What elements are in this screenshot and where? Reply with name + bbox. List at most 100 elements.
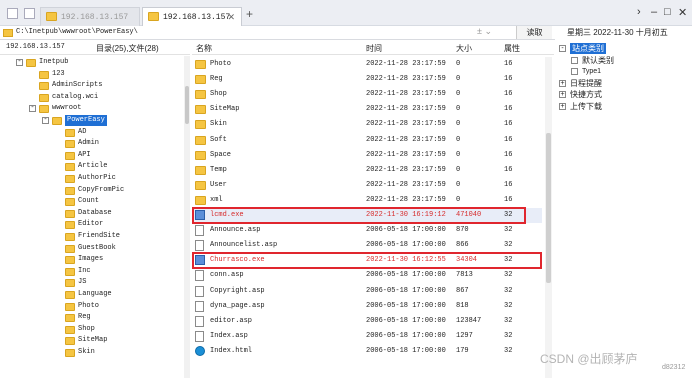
expand-toggle-icon[interactable]: + — [559, 102, 566, 110]
close-window-button[interactable]: ✕ — [678, 6, 687, 19]
new-tab-button[interactable]: + — [246, 7, 253, 21]
file-row[interactable]: Soft 2022-11-28 23:17:59 0 16 — [192, 133, 542, 148]
file-time: 2006-05-18 17:00:00 — [366, 301, 446, 310]
file-row[interactable]: Skin 2022-11-28 23:17:59 0 16 — [192, 117, 542, 132]
tree-item-label: Skin — [78, 348, 95, 356]
file-row[interactable]: Announce.asp 2006-05-18 17:00:00 870 32 — [192, 223, 542, 238]
read-button[interactable]: 读取 — [516, 26, 552, 39]
folder-icon — [195, 120, 206, 130]
file-row[interactable]: Copyright.asp 2006-05-18 17:00:00 867 32 — [192, 284, 542, 299]
file-size: 7813 — [456, 271, 473, 280]
file-size: 866 — [456, 241, 469, 250]
expand-toggle-icon[interactable]: - — [42, 117, 49, 124]
close-tab-icon[interactable]: ✕ — [227, 8, 235, 26]
file-name: dyna_page.asp — [210, 301, 265, 310]
column-size[interactable]: 大小 — [456, 42, 472, 55]
folder-icon — [65, 291, 75, 299]
file-attr: 16 — [504, 120, 513, 129]
tree-scrollbar[interactable] — [184, 56, 190, 378]
category-label: 上传下载 — [570, 101, 602, 111]
file-row[interactable]: User 2022-11-28 23:17:59 0 16 — [192, 178, 542, 193]
path-input[interactable]: C:\Inetpub\wwwroot\PowerEasy\ — [16, 28, 138, 36]
watermark: CSDN @出顾茅庐 — [540, 352, 638, 366]
file-row[interactable]: Index.asp 2006-05-18 17:00:00 1297 32 — [192, 329, 542, 344]
maximize-button[interactable]: □ — [664, 6, 671, 18]
file-row[interactable]: Temp 2022-11-28 23:17:59 0 16 — [192, 163, 542, 178]
folder-icon — [195, 90, 206, 100]
tree-item-label: SiteMap — [78, 336, 108, 345]
expand-toggle-icon[interactable]: - — [559, 45, 566, 52]
column-attr[interactable]: 属性 — [504, 42, 520, 55]
tab-active[interactable]: 192.168.13.157 ✕ — [142, 7, 242, 26]
file-icon — [195, 270, 204, 282]
file-size: 0 — [456, 135, 461, 144]
file-row[interactable]: SiteMap 2022-11-28 23:17:59 0 16 — [192, 102, 542, 117]
file-row[interactable]: Index.html 2006-05-18 17:00:00 179 32 — [192, 344, 542, 359]
category-label: 快捷方式 — [570, 90, 602, 99]
file-row[interactable]: Photo 2022-11-28 23:17:59 0 16 — [192, 57, 542, 72]
file-attr: 16 — [504, 195, 513, 204]
folder-icon — [39, 93, 49, 102]
folder-icon — [195, 135, 206, 145]
folder-icon — [65, 198, 75, 207]
expand-toggle-icon[interactable]: + — [559, 79, 566, 87]
file-row[interactable]: Space 2022-11-28 23:17:59 0 16 — [192, 148, 542, 163]
exe-file-icon — [195, 210, 205, 220]
folder-icon — [195, 195, 206, 205]
file-row[interactable]: Announcelist.asp 2006-05-18 17:00:00 866 32 — [192, 238, 542, 253]
file-row[interactable]: Churrasco.exe 2022-11-30 16:12:55 34304 32 — [192, 253, 542, 268]
folder-icon — [65, 349, 75, 357]
file-name: Soft — [210, 135, 227, 144]
scroll-thumb[interactable] — [546, 133, 551, 283]
file-attr: 16 — [504, 165, 513, 174]
minimize-button[interactable]: – — [651, 6, 657, 18]
tree-item-label: Editor — [78, 220, 104, 229]
file-time: 2022-11-28 23:17:59 — [366, 195, 446, 204]
file-row[interactable]: xml 2022-11-28 23:17:59 0 16 — [192, 193, 542, 208]
chevron-right-icon[interactable]: › — [637, 6, 641, 18]
file-row[interactable]: Shop 2022-11-28 23:17:59 0 16 — [192, 87, 542, 102]
file-name: Announce.asp — [210, 226, 261, 235]
folder-icon — [65, 244, 75, 253]
expand-toggle-icon[interactable] — [571, 68, 578, 75]
tree-item-label: AD — [78, 127, 87, 136]
tab-inactive[interactable]: 192.168.13.157 — [40, 7, 140, 26]
column-name[interactable]: 名称 — [196, 42, 212, 55]
folder-icon — [65, 337, 75, 346]
tree-item-label: Shop — [78, 324, 95, 333]
folder-icon — [65, 221, 75, 230]
file-size: 0 — [456, 75, 461, 84]
category-label: 日程提醒 — [570, 78, 602, 88]
file-row[interactable]: Reg 2022-11-28 23:17:59 0 16 — [192, 72, 542, 87]
file-attr: 32 — [504, 301, 513, 310]
file-row[interactable]: lcmd.exe 2022-11-30 16:19:12 471040 32 — [192, 208, 542, 223]
scroll-thumb[interactable] — [185, 86, 189, 124]
file-row[interactable]: conn.asp 2006-05-18 17:00:00 7813 32 — [192, 268, 542, 283]
file-list-scrollbar[interactable] — [545, 57, 552, 378]
file-attr: 32 — [504, 241, 513, 250]
file-row[interactable]: editor.asp 2006-05-18 17:00:00 123847 32 — [192, 314, 542, 329]
file-time: 2006-05-18 17:00:00 — [366, 286, 446, 295]
folder-icon — [195, 150, 206, 160]
column-time[interactable]: 时间 — [366, 42, 382, 55]
file-attr: 16 — [504, 135, 513, 144]
tree-item-label: PowerEasy — [65, 115, 107, 126]
file-row[interactable]: dyna_page.asp 2006-05-18 17:00:00 818 32 — [192, 299, 542, 314]
file-attr: 16 — [504, 150, 513, 159]
folder-icon — [39, 70, 49, 79]
expand-toggle-icon[interactable] — [571, 56, 578, 64]
file-size: 0 — [456, 180, 461, 189]
file-size: 867 — [456, 286, 469, 295]
expand-toggle-icon[interactable]: - — [16, 59, 23, 66]
file-size: 818 — [456, 301, 469, 310]
folder-icon — [65, 325, 75, 334]
folder-icon — [65, 256, 75, 265]
expand-toggle-icon[interactable]: + — [559, 91, 566, 98]
date-display: 星期三 2022-11-30 十月初五 — [567, 28, 668, 37]
expand-toggle-icon[interactable]: - — [29, 105, 36, 113]
folder-icon — [46, 12, 57, 21]
tree-item-label: Database — [78, 208, 112, 217]
path-dropdown-icon[interactable]: ± ⌄ — [477, 26, 492, 37]
folder-icon — [39, 82, 49, 91]
file-name: Reg — [210, 75, 223, 84]
